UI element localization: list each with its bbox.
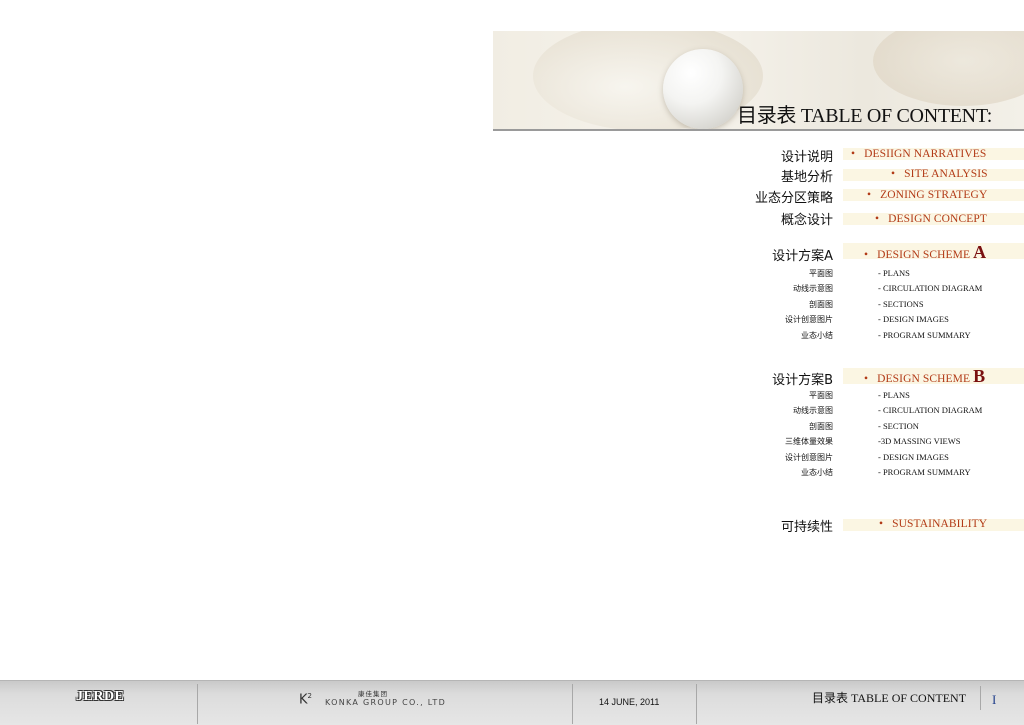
scheme-b-sub-cn: 平面图 (809, 391, 833, 400)
page-number: I (992, 692, 997, 707)
toc-sublink[interactable]: -3D MASSING VIEWS (878, 436, 961, 446)
toc-link-design-scheme-b[interactable]: • DESIGN SCHEME B (864, 366, 985, 387)
toc-sublink[interactable]: - PLANS (878, 268, 910, 278)
scheme-b-cn-label: 设计方案B (772, 373, 833, 388)
bullet-icon: • (864, 373, 869, 385)
scheme-b-sub-cn: 业态小结 (801, 468, 833, 477)
sustainability-en-label: SUSTAINABILITY (892, 518, 988, 530)
bullet-icon: • (891, 168, 896, 180)
scheme-a-cn-label: 设计方案A (772, 249, 833, 264)
scheme-a-sub-cn: 动线示意图 (793, 284, 833, 293)
scheme-b-sub-cn: 动线示意图 (793, 406, 833, 415)
footer-divider (980, 686, 981, 710)
footer-date: 14 JUNE, 2011 (599, 697, 660, 707)
toc-sublink[interactable]: - PROGRAM SUMMARY (878, 467, 971, 477)
page-title: 目录表 TABLE OF CONTENT: (737, 105, 992, 127)
konka-logo-mark: K2 (299, 692, 312, 707)
section-en-label: DESIGN CONCEPT (888, 213, 987, 225)
toc-link-site-analysis[interactable]: • SITE ANALYSIS (891, 168, 988, 180)
toc-sublink[interactable]: - CIRCULATION DIAGRAM (878, 405, 982, 415)
scheme-a-sub-cn: 业态小结 (801, 331, 833, 340)
konka-cn-name: 康佳集团 (358, 690, 388, 698)
section-cn-label: 概念设计 (780, 213, 833, 228)
scheme-a-sub-cn: 剖面图 (809, 300, 833, 309)
toc-link-design-narratives[interactable]: • DESIIGN NARRATIVES (851, 148, 986, 160)
footer-section-title: 目录表 TABLE OF CONTENT (812, 691, 967, 705)
toc-sublink[interactable]: - DESIGN IMAGES (878, 452, 949, 462)
scheme-letter: B (973, 366, 986, 386)
scheme-b-sub-cn: 剖面图 (809, 422, 833, 431)
scheme-a-sub-cn: 平面图 (809, 269, 833, 278)
bullet-icon: • (851, 148, 856, 160)
bullet-icon: • (864, 249, 869, 261)
scheme-letter: A (973, 242, 987, 262)
bullet-icon: • (867, 189, 872, 201)
bullet-icon: • (879, 518, 884, 530)
toc-sublink[interactable]: - PLANS (878, 390, 910, 400)
bullet-icon: • (875, 213, 880, 225)
toc-sublink[interactable]: - SECTIONS (878, 299, 924, 309)
toc-sublink[interactable]: - CIRCULATION DIAGRAM (878, 283, 982, 293)
toc-link-zoning-strategy[interactable]: • ZONING STRATEGY (867, 189, 987, 201)
toc-sublink[interactable]: - PROGRAM SUMMARY (878, 330, 971, 340)
pearl-image (663, 49, 743, 129)
shell-shape (873, 31, 1024, 106)
scheme-a-en-label: DESIGN SCHEME (877, 249, 971, 261)
sustainability-cn-label: 可持续性 (780, 520, 833, 535)
scheme-a-sub-cn: 设计创意图片 (785, 315, 833, 324)
section-cn-label: 设计说明 (780, 150, 833, 165)
toc-link-design-scheme-a[interactable]: • DESIGN SCHEME A (864, 242, 986, 263)
toc-link-design-concept[interactable]: • DESIGN CONCEPT (875, 213, 987, 225)
k2-superscript: 2 (307, 692, 312, 700)
jerde-logo: JERDE (76, 689, 125, 704)
footer-divider (696, 684, 697, 724)
k2-letter: K (299, 692, 308, 708)
scheme-b-sub-cn: 设计创意图片 (785, 453, 833, 462)
section-en-label: DESIIGN NARRATIVES (864, 148, 987, 160)
section-cn-label: 基地分析 (780, 170, 833, 185)
section-en-label: SITE ANALYSIS (904, 168, 988, 180)
konka-en-name: KONKA GROUP CO., LTD (325, 698, 447, 707)
banner-divider (493, 129, 1024, 131)
toc-link-sustainability[interactable]: • SUSTAINABILITY (879, 518, 987, 530)
toc-sublink[interactable]: - DESIGN IMAGES (878, 314, 949, 324)
footer-divider (572, 684, 573, 724)
section-en-label: ZONING STRATEGY (880, 189, 988, 201)
section-cn-label: 业态分区策略 (754, 191, 833, 206)
scheme-b-en-label: DESIGN SCHEME (877, 373, 971, 385)
footer-divider (197, 684, 198, 724)
scheme-b-sub-cn: 三维体量效果 (785, 437, 833, 446)
toc-sublink[interactable]: - SECTION (878, 421, 919, 431)
